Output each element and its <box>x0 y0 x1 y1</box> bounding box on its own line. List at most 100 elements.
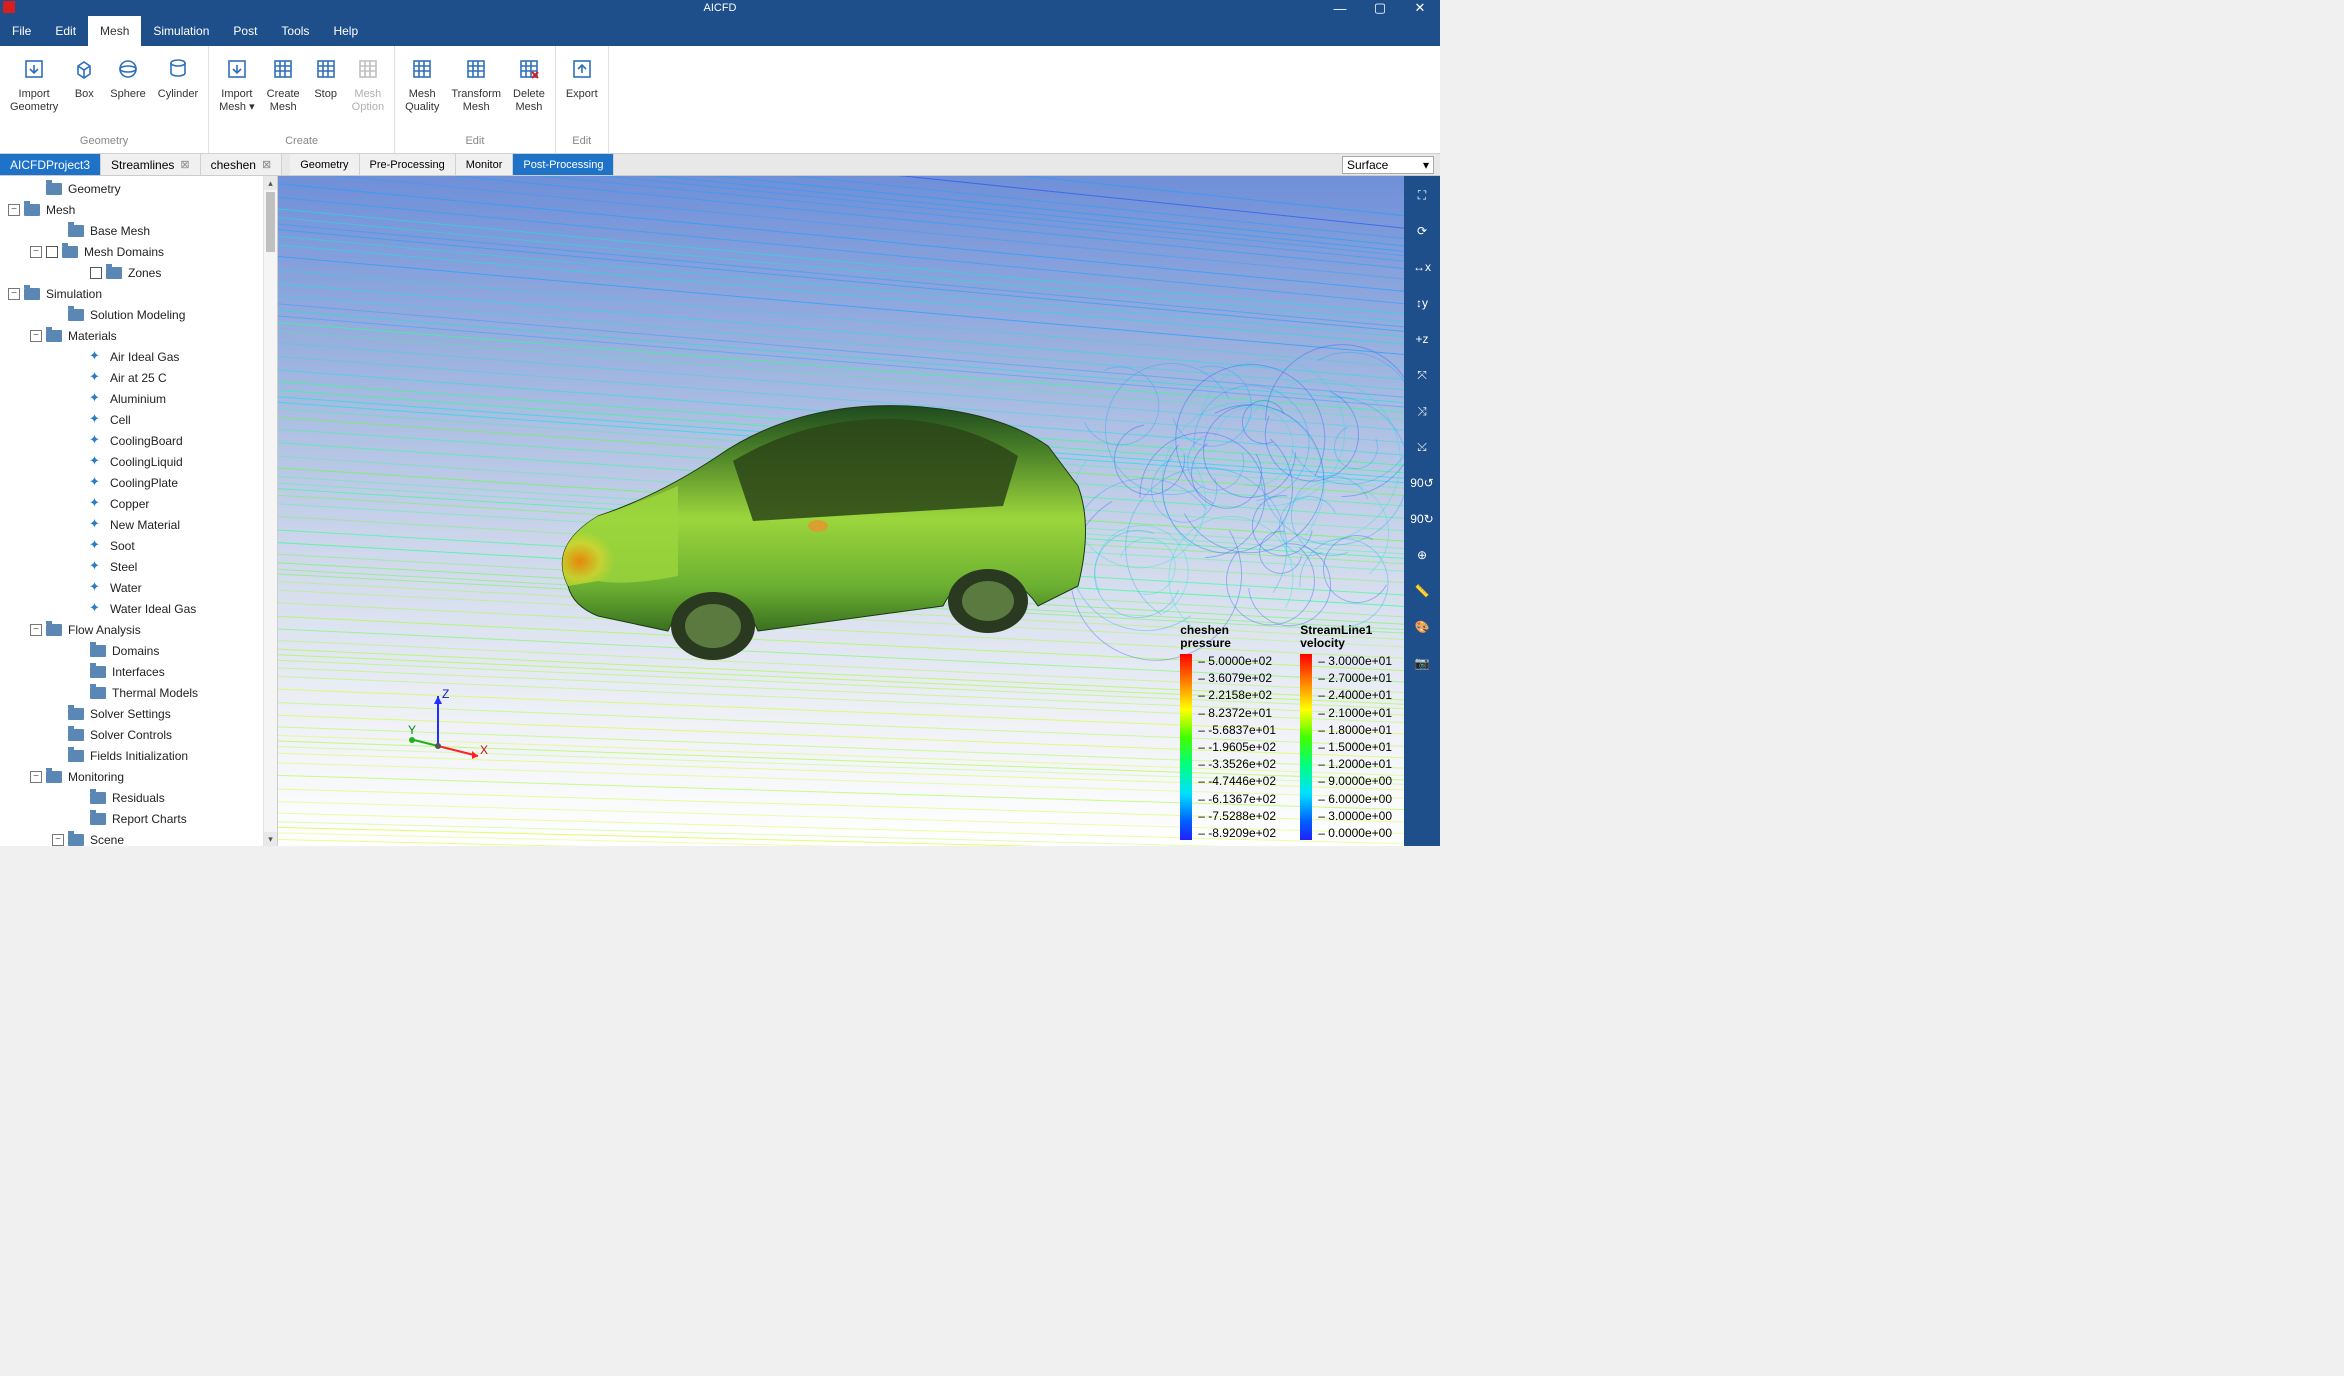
screenshot-button[interactable]: 📷 <box>1409 650 1435 676</box>
expand-icon[interactable]: − <box>30 330 42 342</box>
fit-view-icon: ⛶ <box>1418 188 1426 203</box>
tree-label: Materials <box>68 329 117 343</box>
tree-item-report-charts[interactable]: Report Charts <box>0 808 263 829</box>
stage-tab-monitor[interactable]: Monitor <box>456 154 514 175</box>
menu-post[interactable]: Post <box>221 16 269 46</box>
ribbon-cylinder[interactable]: Cylinder <box>152 52 204 105</box>
menu-simulation[interactable]: Simulation <box>141 16 221 46</box>
scroll-thumb[interactable] <box>266 192 275 252</box>
menu-edit[interactable]: Edit <box>43 16 88 46</box>
tree-item-copper[interactable]: Copper <box>0 493 263 514</box>
rotate-button[interactable]: ⟳ <box>1409 218 1435 244</box>
ribbon-sphere[interactable]: Sphere <box>104 52 151 105</box>
maximize-button[interactable]: ▢ <box>1360 0 1400 16</box>
tree-scrollbar[interactable]: ▴ ▾ <box>263 176 277 846</box>
expand-icon[interactable]: − <box>30 624 42 636</box>
tree-label: New Material <box>110 518 180 532</box>
scroll-down-icon[interactable]: ▾ <box>264 832 277 846</box>
workspace-tab-streamlines[interactable]: Streamlines⊠ <box>101 154 201 175</box>
checkbox[interactable] <box>90 267 102 279</box>
workspace-tab-cheshen[interactable]: cheshen⊠ <box>201 154 283 175</box>
tree-item-cell[interactable]: Cell <box>0 409 263 430</box>
checkbox[interactable] <box>46 246 58 258</box>
tree-item-base-mesh[interactable]: Base Mesh <box>0 220 263 241</box>
workspace-tab-aicfdproject3[interactable]: AICFDProject3 <box>0 154 101 175</box>
close-icon[interactable]: ⊠ <box>180 158 189 171</box>
tree-item-solver-controls[interactable]: Solver Controls <box>0 724 263 745</box>
expand-icon[interactable]: − <box>30 771 42 783</box>
tree-item-materials[interactable]: − Materials <box>0 325 263 346</box>
close-icon[interactable]: ⊠ <box>262 158 271 171</box>
palette-button[interactable]: 🎨 <box>1409 614 1435 640</box>
close-button[interactable]: ✕ <box>1400 0 1440 16</box>
tree-item-coolingplate[interactable]: CoolingPlate <box>0 472 263 493</box>
tree-item-mesh-domains[interactable]: −Mesh Domains <box>0 241 263 262</box>
tree-item-coolingboard[interactable]: CoolingBoard <box>0 430 263 451</box>
stage-tab-post-processing[interactable]: Post-Processing <box>513 154 614 175</box>
tree-item-steel[interactable]: Steel <box>0 556 263 577</box>
expand-icon[interactable]: − <box>8 288 20 300</box>
axes-yz-button[interactable]: ⤩ <box>1409 434 1435 460</box>
tree-item-fields-initialization[interactable]: Fields Initialization <box>0 745 263 766</box>
tree-item-solver-settings[interactable]: Solver Settings <box>0 703 263 724</box>
tree-item-scene[interactable]: −Scene <box>0 829 263 846</box>
axes-xy-button[interactable]: ⤧ <box>1409 362 1435 388</box>
tree-item-simulation[interactable]: −Simulation <box>0 283 263 304</box>
tree-item-monitoring[interactable]: −Monitoring <box>0 766 263 787</box>
minimize-button[interactable]: — <box>1320 0 1360 16</box>
tree-item-air-ideal-gas[interactable]: Air Ideal Gas <box>0 346 263 367</box>
legend-tick: 1.5000e+01 <box>1318 740 1392 754</box>
menu-tools[interactable]: Tools <box>269 16 321 46</box>
rotate-90-ccw-button[interactable]: 90↺ <box>1409 470 1435 496</box>
ribbon-transform-mesh[interactable]: Transform Mesh <box>445 52 507 117</box>
ribbon-import-mesh[interactable]: Import Mesh ▾ <box>213 52 260 117</box>
ribbon-mesh-quality[interactable]: Mesh Quality <box>399 52 445 117</box>
ribbon-delete-mesh[interactable]: Delete Mesh <box>507 52 551 117</box>
tree-label: Soot <box>110 539 135 553</box>
tree-item-residuals[interactable]: Residuals <box>0 787 263 808</box>
ribbon-stop[interactable]: Stop <box>306 52 346 105</box>
axes-xz-button[interactable]: ⤨ <box>1409 398 1435 424</box>
rotate-90-cw-button[interactable]: 90↻ <box>1409 506 1435 532</box>
tree-item-water-ideal-gas[interactable]: Water Ideal Gas <box>0 598 263 619</box>
tree-item-mesh[interactable]: −Mesh <box>0 199 263 220</box>
axis-x-icon: ↔x <box>1413 260 1431 274</box>
tree-item-aluminium[interactable]: Aluminium <box>0 388 263 409</box>
ribbon-export[interactable]: Export <box>560 52 604 105</box>
axis-x-button[interactable]: ↔x <box>1409 254 1435 280</box>
ruler-button[interactable]: 📏 <box>1409 578 1435 604</box>
tree-item-air-at-25-c[interactable]: Air at 25 C <box>0 367 263 388</box>
menu-help[interactable]: Help <box>321 16 370 46</box>
viewport-3d[interactable]: X Y Z cheshen pressure 5.0000e+023.6079e… <box>278 176 1404 846</box>
axis-z-button[interactable]: +z <box>1409 326 1435 352</box>
tree-item-geometry[interactable]: Geometry <box>0 178 263 199</box>
tree-item-domains[interactable]: Domains <box>0 640 263 661</box>
scroll-up-icon[interactable]: ▴ <box>264 176 277 190</box>
tree-item-soot[interactable]: Soot <box>0 535 263 556</box>
folder-icon <box>46 624 62 636</box>
menu-mesh[interactable]: Mesh <box>88 16 141 46</box>
legend-tick: 8.2372e+01 <box>1198 706 1276 720</box>
render-mode-dropdown[interactable]: Surface▾ <box>1342 154 1434 175</box>
tree-item-thermal-models[interactable]: Thermal Models <box>0 682 263 703</box>
tree-item-coolingliquid[interactable]: CoolingLiquid <box>0 451 263 472</box>
stage-tab-pre-processing[interactable]: Pre-Processing <box>360 154 456 175</box>
expand-icon[interactable]: − <box>8 204 20 216</box>
expand-icon[interactable]: − <box>52 834 64 846</box>
tree-item-solution-modeling[interactable]: Solution Modeling <box>0 304 263 325</box>
axis-y-button[interactable]: ↕y <box>1409 290 1435 316</box>
tree-item-water[interactable]: Water <box>0 577 263 598</box>
ribbon-box[interactable]: Box <box>64 52 104 105</box>
tree-item-flow-analysis[interactable]: −Flow Analysis <box>0 619 263 640</box>
tree-label: CoolingPlate <box>110 476 178 490</box>
tree-item-interfaces[interactable]: Interfaces <box>0 661 263 682</box>
zoom-fit-button[interactable]: ⊕ <box>1409 542 1435 568</box>
tree-item-new-material[interactable]: New Material <box>0 514 263 535</box>
expand-icon[interactable]: − <box>30 246 42 258</box>
stage-tab-geometry[interactable]: Geometry <box>290 154 359 175</box>
fit-view-button[interactable]: ⛶ <box>1409 182 1435 208</box>
ribbon-import-geometry[interactable]: Import Geometry <box>4 52 64 117</box>
menu-file[interactable]: File <box>0 16 43 46</box>
ribbon-create-mesh[interactable]: Create Mesh <box>261 52 306 117</box>
tree-item-zones[interactable]: Zones <box>0 262 263 283</box>
